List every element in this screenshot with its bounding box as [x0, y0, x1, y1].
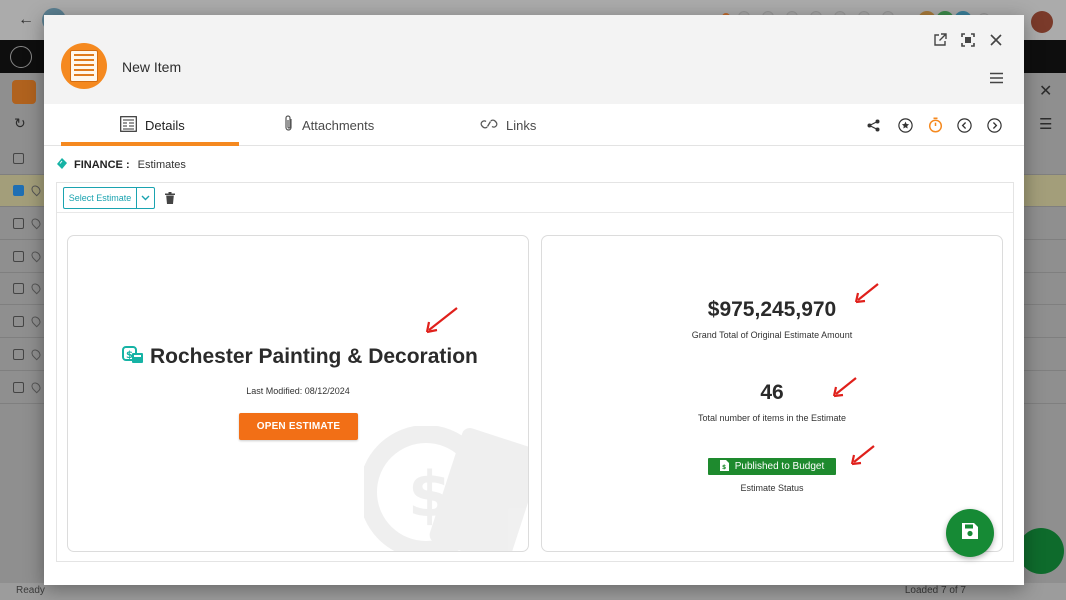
estimate-money-icon: $	[122, 344, 144, 370]
svg-text:$: $	[126, 350, 133, 361]
share-icon[interactable]	[863, 115, 883, 135]
loaded-count: Loaded 7 of 7	[904, 585, 966, 596]
next-icon[interactable]	[984, 115, 1004, 135]
status-text: Ready	[16, 585, 45, 596]
annotation-arrow	[854, 283, 879, 304]
status-badge: $ Published to Budget	[708, 458, 836, 475]
hamburger-menu-icon[interactable]	[986, 68, 1006, 88]
grand-total-label: Grand Total of Original Estimate Amount	[691, 330, 853, 340]
link-icon	[480, 118, 498, 133]
grand-total-value: $975,245,970	[707, 298, 837, 321]
tab-attachments[interactable]: Attachments	[284, 104, 374, 146]
estimate-summary-card: $975,245,970 Grand Total of Original Est…	[541, 235, 1003, 552]
breadcrumb: FINANCE : Estimates	[56, 157, 186, 172]
budget-document-icon: $	[719, 459, 729, 474]
paperclip-icon	[284, 115, 294, 135]
tab-label: Details	[145, 117, 185, 133]
delete-trash-icon[interactable]	[165, 191, 177, 205]
timer-icon[interactable]	[925, 115, 945, 135]
open-in-new-window-icon[interactable]	[930, 30, 950, 50]
estimate-panel: Select Estimate $ $ Rochester Painting &…	[56, 182, 1014, 562]
app-logo-icon	[10, 46, 32, 68]
row-checkbox[interactable]	[13, 251, 24, 262]
maximize-icon[interactable]	[958, 30, 978, 50]
item-count-label: Total number of items in the Estimate	[697, 413, 847, 423]
status-label: Estimate Status	[740, 483, 804, 493]
row-checkbox[interactable]	[13, 283, 24, 294]
estimate-document-icon	[61, 43, 107, 89]
finance-module-icon	[56, 157, 68, 172]
modal-title: New Item	[122, 59, 182, 75]
estimate-info-card: $ $ Rochester Painting & Decoration Last…	[67, 235, 529, 552]
select-estimate-value: Select Estimate	[64, 188, 137, 208]
tab-label: Attachments	[302, 117, 375, 133]
item-count-value: 46	[760, 381, 784, 404]
close-icon[interactable]	[986, 30, 1006, 50]
location-pin-icon	[29, 314, 43, 328]
modal-header: New Item	[44, 15, 1024, 104]
new-item-modal: New Item Details Attachments Links FINAN…	[44, 15, 1024, 585]
previous-icon[interactable]	[954, 115, 974, 135]
row-checkbox[interactable]	[13, 218, 24, 229]
estimate-name: $ Rochester Painting & Decoration	[122, 344, 478, 370]
estimate-toolbar: Select Estimate	[57, 183, 1013, 213]
tab-label: Links	[506, 117, 537, 133]
save-button[interactable]	[946, 509, 994, 557]
row-checkbox[interactable]	[13, 349, 24, 360]
last-modified: Last Modified: 08/12/2024	[246, 386, 350, 396]
location-pin-icon	[29, 380, 43, 394]
location-pin-icon	[29, 183, 43, 197]
location-pin-icon	[29, 249, 43, 263]
chevron-down-icon[interactable]	[137, 188, 154, 208]
estimate-name-text: Rochester Painting & Decoration	[150, 345, 478, 368]
svg-text:$: $	[722, 464, 726, 471]
profile-avatar[interactable]	[1031, 11, 1053, 33]
location-pin-icon	[29, 347, 43, 361]
favorite-star-icon[interactable]	[895, 115, 915, 135]
open-estimate-button[interactable]: OPEN ESTIMATE	[239, 413, 358, 440]
location-pin-icon	[29, 216, 43, 230]
location-pin-icon	[29, 281, 43, 295]
select-estimate-dropdown[interactable]: Select Estimate	[63, 187, 155, 209]
breadcrumb-module[interactable]: FINANCE :	[74, 159, 130, 171]
tab-details[interactable]: Details	[120, 104, 185, 146]
row-checkbox[interactable]	[13, 153, 24, 164]
row-checkbox[interactable]	[13, 316, 24, 327]
annotation-arrow	[850, 445, 875, 466]
active-tab-indicator	[61, 142, 239, 146]
annotation-arrow	[832, 377, 857, 398]
details-icon	[120, 115, 137, 135]
row-checkbox[interactable]	[13, 382, 24, 393]
annotation-arrow	[425, 307, 458, 334]
app-module-icon	[12, 80, 36, 104]
menu-icon[interactable]: ☰	[1039, 115, 1052, 133]
background-add-button[interactable]	[1018, 528, 1064, 574]
refresh-icon[interactable]: ↻	[14, 115, 26, 132]
breadcrumb-page[interactable]: Estimates	[138, 159, 186, 171]
tab-bar: Details Attachments Links	[44, 104, 1024, 146]
status-badge-text: Published to Budget	[734, 461, 825, 472]
back-arrow-icon[interactable]: ←	[18, 11, 34, 29]
calculator-watermark-icon: $	[364, 426, 528, 551]
save-floppy-icon	[961, 522, 979, 545]
close-icon[interactable]: ✕	[1039, 81, 1052, 101]
row-checkbox[interactable]	[13, 185, 24, 196]
status-bar: Ready Loaded 7 of 7	[0, 583, 1066, 600]
tab-links[interactable]: Links	[480, 104, 536, 146]
